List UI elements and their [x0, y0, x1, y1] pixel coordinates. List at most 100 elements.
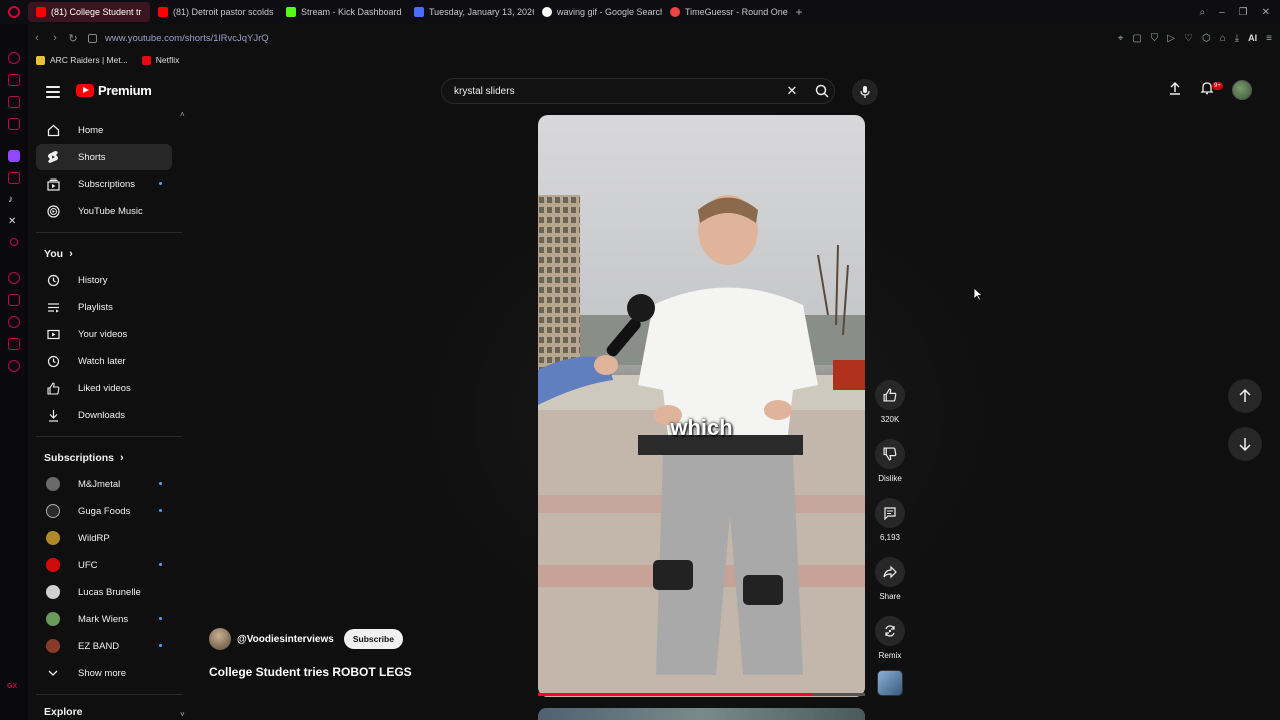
- sidebar-item-liked-videos[interactable]: Liked videos: [36, 375, 172, 401]
- video-progress-bar[interactable]: [538, 693, 865, 696]
- channel-avatar: [46, 639, 60, 653]
- clear-search-icon[interactable]: ✕: [782, 83, 802, 99]
- new-tab-button[interactable]: +: [790, 5, 808, 19]
- subscriptions-section-title[interactable]: Subscriptions ›: [44, 452, 124, 464]
- sidebar-item-downloads[interactable]: Downloads: [36, 402, 172, 428]
- downloads-icon[interactable]: ⤓: [1235, 33, 1239, 44]
- channel-name[interactable]: @Voodiesinterviews: [237, 634, 334, 645]
- youtube-premium-logo[interactable]: Premium: [76, 83, 152, 98]
- sidebar-item-history[interactable]: History: [36, 267, 172, 293]
- browser-tab-bar: (81) College Student tr (81) Detroit pas…: [0, 0, 1280, 24]
- tab-kick-dashboard[interactable]: Stream - Kick Dashboard: [278, 2, 406, 22]
- sidebar-channel-wildrp[interactable]: WildRP: [36, 525, 172, 551]
- site-info-icon[interactable]: [88, 33, 97, 43]
- sidebar-item-youtube-music[interactable]: YouTube Music: [36, 198, 172, 224]
- player-icon[interactable]: ▷: [1167, 33, 1175, 44]
- search-box[interactable]: krystal sliders ✕: [441, 78, 835, 104]
- comments-button[interactable]: [875, 498, 905, 528]
- extensions-icon[interactable]: [8, 338, 20, 350]
- shorts-video-player[interactable]: which: [538, 115, 865, 697]
- instagram-icon[interactable]: [8, 172, 20, 184]
- channel-name: EZ BAND: [78, 640, 120, 652]
- channel-name: Lucas Brunelle: [78, 586, 141, 598]
- guide-menu-icon[interactable]: [46, 86, 60, 101]
- back-icon[interactable]: ‹: [28, 32, 46, 44]
- tab-timeguessr[interactable]: TimeGuessr - Round One: [662, 2, 790, 22]
- tab-detroit-pastor[interactable]: (81) Detroit pastor scolds: [150, 2, 278, 22]
- share-button[interactable]: [875, 557, 905, 587]
- sidebar-item-your-videos[interactable]: Your videos: [36, 321, 172, 347]
- sidebar-channel-ez-band[interactable]: EZ BAND: [36, 633, 172, 659]
- section-title-text: You: [44, 248, 64, 260]
- voice-search-icon[interactable]: [852, 79, 878, 105]
- section-title-text: Subscriptions: [44, 452, 115, 464]
- close-icon[interactable]: ✕: [1262, 7, 1270, 18]
- record-icon[interactable]: [10, 238, 18, 246]
- gx-corner-icon[interactable]: [8, 96, 20, 108]
- sidebar-item-subscriptions[interactable]: Subscriptions: [36, 171, 172, 197]
- sidebar-item-shorts[interactable]: Shorts: [36, 144, 172, 170]
- thumbs-up-icon: [883, 388, 897, 402]
- gx-mods-icon[interactable]: [8, 118, 20, 130]
- player-icon[interactable]: [8, 272, 20, 284]
- sidebar-channel-ufc[interactable]: UFC: [36, 552, 172, 578]
- snapshot-icon[interactable]: ▢: [1132, 33, 1141, 44]
- subscribe-button[interactable]: Subscribe: [343, 629, 403, 649]
- sidebar-item-watch-later[interactable]: Watch later: [36, 348, 172, 374]
- pin-icon[interactable]: ⌖: [1118, 33, 1124, 44]
- gx-control-icon[interactable]: [8, 74, 20, 86]
- tab-label: waving gif - Google Search: [557, 7, 662, 17]
- remix-button[interactable]: [875, 616, 905, 646]
- sidebar-item-playlists[interactable]: Playlists: [36, 294, 172, 320]
- tab-college-student[interactable]: (81) College Student tr: [28, 2, 150, 22]
- extensions-icon[interactable]: ⬡: [1202, 33, 1211, 44]
- menu-icon[interactable]: ≡: [1266, 33, 1272, 44]
- adblock-icon[interactable]: ⛉: [1151, 33, 1159, 44]
- sidebar-channel-mjmetal[interactable]: M&Jmetal: [36, 471, 172, 497]
- sidebar-item-label: Your videos: [78, 328, 128, 340]
- you-section-title[interactable]: You ›: [44, 248, 73, 260]
- forward-icon[interactable]: ›: [46, 32, 64, 44]
- bookmark-netflix[interactable]: Netflix: [141, 55, 179, 65]
- like-button[interactable]: [875, 380, 905, 410]
- comment-count: 6,193: [879, 533, 901, 542]
- next-short-preview[interactable]: [538, 708, 865, 720]
- sound-thumbnail[interactable]: [877, 670, 903, 696]
- account-avatar[interactable]: [1232, 80, 1252, 100]
- sidebar-scroll-down-icon[interactable]: ˅: [180, 710, 185, 719]
- sidebar-channel-guga-foods[interactable]: Guga Foods: [36, 498, 172, 524]
- ai-button[interactable]: AI: [1248, 33, 1257, 43]
- short-title[interactable]: College Student tries ROBOT LEGS: [209, 665, 412, 679]
- twitch-icon[interactable]: [8, 150, 20, 162]
- channel-avatar[interactable]: [209, 628, 231, 650]
- x-twitter-icon[interactable]: ✕: [8, 216, 20, 228]
- pinboard-icon[interactable]: [8, 294, 20, 306]
- profile-icon[interactable]: ⌂: [1220, 33, 1226, 44]
- history-icon[interactable]: [8, 316, 20, 328]
- sidebar-channel-mark-wiens[interactable]: Mark Wiens: [36, 606, 172, 632]
- settings-icon[interactable]: [8, 360, 20, 372]
- search-tabs-icon[interactable]: ⌕: [1199, 7, 1205, 18]
- reload-icon[interactable]: ↻: [64, 32, 82, 45]
- minimize-icon[interactable]: –: [1219, 7, 1225, 18]
- sidebar-item-home[interactable]: Home: [36, 117, 172, 143]
- search-input[interactable]: krystal sliders: [454, 86, 782, 97]
- opera-gx-logo-icon[interactable]: [0, 0, 28, 24]
- url-field[interactable]: www.youtube.com/shorts/1lRvcJqYJrQ: [105, 33, 269, 44]
- tiktok-icon[interactable]: ♪: [8, 194, 20, 206]
- tab-google-search[interactable]: waving gif - Google Search: [534, 2, 662, 22]
- heart-icon[interactable]: ♡: [1184, 33, 1193, 44]
- speed-dial-icon[interactable]: [8, 52, 20, 64]
- restore-icon[interactable]: ❐: [1239, 7, 1248, 18]
- next-short-button[interactable]: [1228, 427, 1262, 461]
- bookmark-arc-raiders[interactable]: ARC Raiders | Met...: [36, 55, 128, 65]
- search-icon[interactable]: [810, 84, 834, 98]
- sidebar-item-label: Show more: [78, 667, 127, 679]
- dislike-button[interactable]: [875, 439, 905, 469]
- upload-icon[interactable]: [1168, 81, 1182, 100]
- show-more-button[interactable]: Show more: [36, 660, 172, 686]
- sidebar-channel-lucas-brunelle[interactable]: Lucas Brunelle: [36, 579, 172, 605]
- google-favicon-icon: [542, 7, 552, 17]
- previous-short-button[interactable]: [1228, 379, 1262, 413]
- tab-calendar[interactable]: Tuesday, January 13, 2026: [406, 2, 534, 22]
